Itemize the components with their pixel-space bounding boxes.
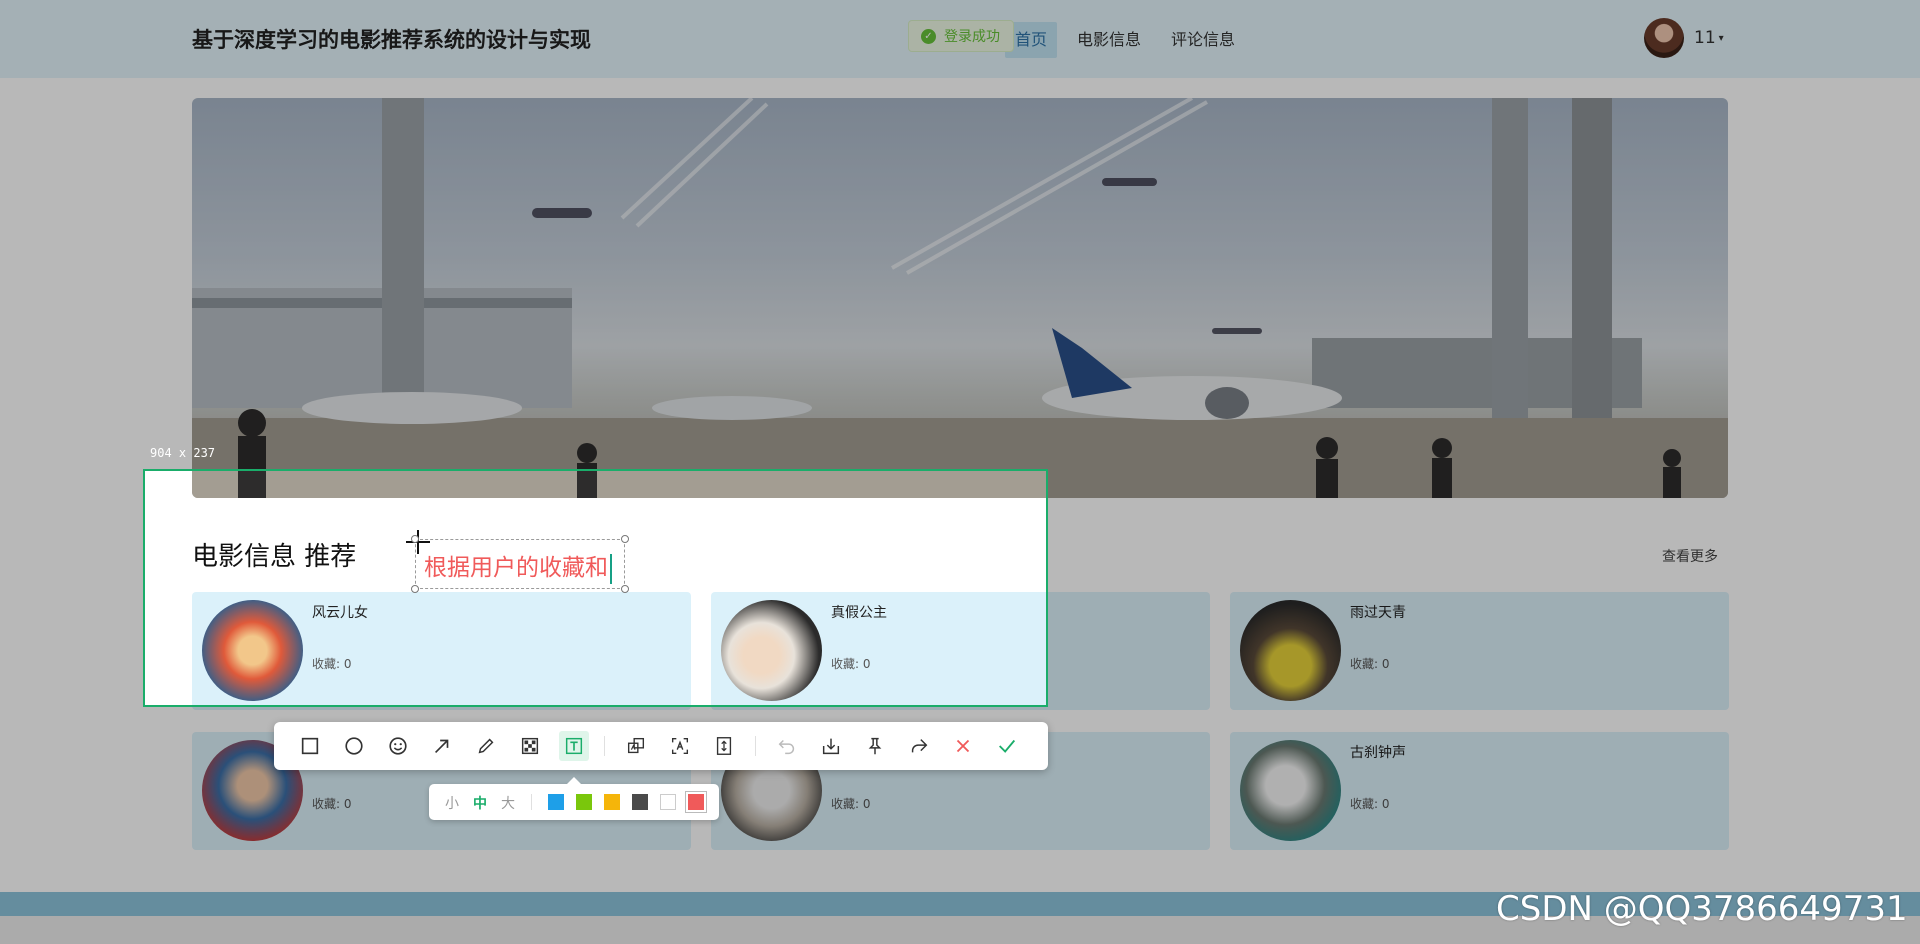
- dim-overlay-left: [0, 469, 143, 707]
- csdn-watermark: CSDN @QQ3786649731: [1496, 889, 1908, 929]
- dim-overlay-top: [0, 0, 1920, 469]
- save-icon[interactable]: [816, 731, 846, 761]
- text-annotation-input[interactable]: 根据用户的收藏和: [424, 548, 612, 584]
- color-swatch-dark-gray[interactable]: [632, 794, 648, 810]
- font-size-medium[interactable]: 中: [473, 793, 487, 813]
- font-size-small[interactable]: 小: [445, 793, 459, 813]
- color-swatch-blue[interactable]: [548, 794, 564, 810]
- panel-divider: [531, 794, 532, 810]
- cancel-icon[interactable]: [948, 731, 978, 761]
- text-caret: [610, 553, 612, 584]
- selection-size-label: 904 x 237: [150, 446, 216, 460]
- pin-icon[interactable]: [860, 731, 890, 761]
- dim-overlay-right: [1048, 469, 1920, 707]
- circle-tool-icon[interactable]: [339, 731, 369, 761]
- confirm-icon[interactable]: [992, 731, 1022, 761]
- annotation-toolbar: [274, 722, 1048, 770]
- resize-handle[interactable]: [621, 585, 629, 593]
- undo-icon[interactable]: [772, 731, 802, 761]
- font-size-large[interactable]: 大: [501, 793, 515, 813]
- resize-handle[interactable]: [411, 535, 419, 543]
- toolbar-divider: [604, 736, 605, 756]
- long-screenshot-icon[interactable]: [709, 731, 739, 761]
- ocr-translate-icon[interactable]: [621, 731, 651, 761]
- text-annotation-value[interactable]: 根据用户的收藏和: [424, 555, 608, 581]
- resize-handle[interactable]: [411, 585, 419, 593]
- color-swatch-white[interactable]: [660, 794, 676, 810]
- text-annotation-box[interactable]: 根据用户的收藏和: [411, 535, 629, 593]
- color-swatch-yellow[interactable]: [604, 794, 620, 810]
- color-swatch-green[interactable]: [576, 794, 592, 810]
- toolbar-divider: [755, 736, 756, 756]
- emoji-tool-icon[interactable]: [383, 731, 413, 761]
- rect-tool-icon[interactable]: [295, 731, 325, 761]
- text-tool-icon[interactable]: [559, 731, 589, 761]
- ocr-text-icon[interactable]: [665, 731, 695, 761]
- arrow-tool-icon[interactable]: [427, 731, 457, 761]
- pencil-tool-icon[interactable]: [471, 731, 501, 761]
- share-icon[interactable]: [904, 731, 934, 761]
- resize-handle[interactable]: [621, 535, 629, 543]
- mosaic-tool-icon[interactable]: [515, 731, 545, 761]
- color-swatch-red[interactable]: [685, 791, 707, 813]
- text-style-panel: 小 中 大: [429, 777, 719, 820]
